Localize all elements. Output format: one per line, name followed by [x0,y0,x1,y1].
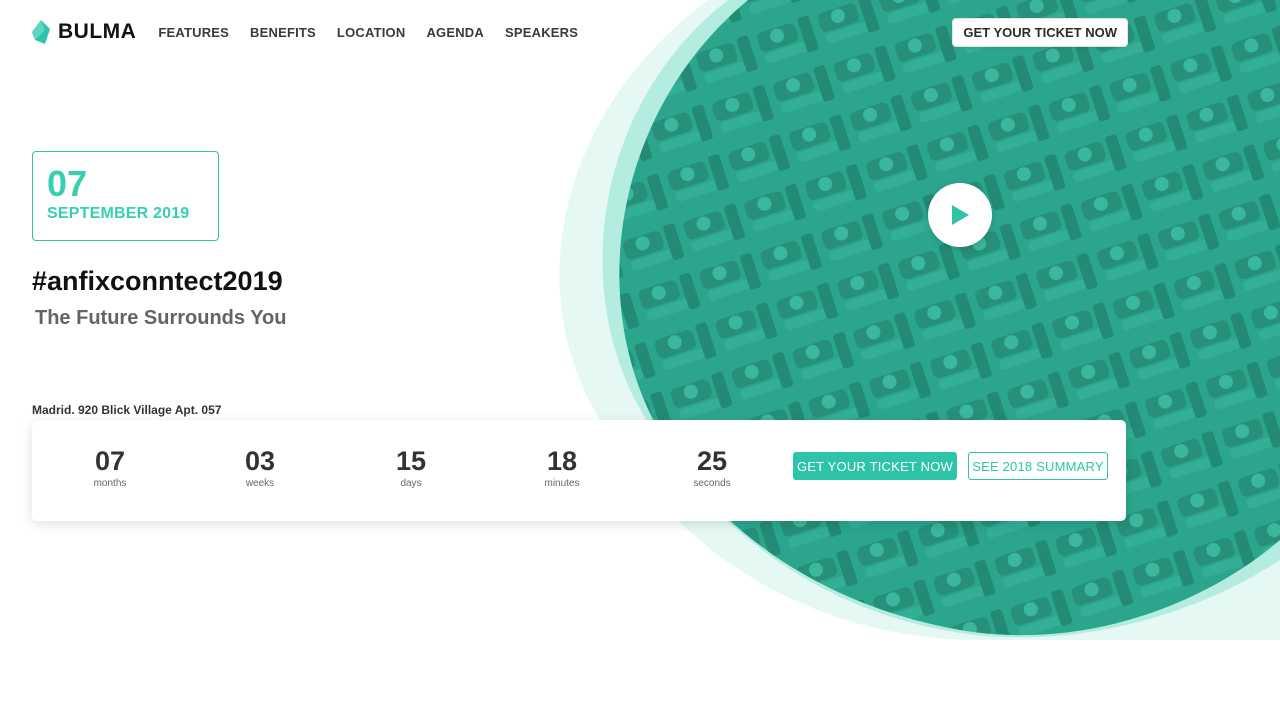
countdown-label: minutes [544,478,580,489]
nav-link-benefits[interactable]: BENEFITS [250,25,316,40]
nav-link-features[interactable]: FEATURES [158,25,229,40]
countdown-value: 18 [546,446,578,476]
countdown-value: 03 [244,446,276,476]
event-tagline: The Future Surrounds You [35,307,287,329]
countdown-seconds: 25 seconds [652,446,772,489]
countdown-value: 07 [94,446,126,476]
event-date-box: 07 SEPTEMBER 2019 [32,151,219,241]
countdown-minutes: 18 minutes [502,446,622,489]
event-address: Madrid. 920 Blick Village Apt. 057 [32,403,222,417]
bulma-logo-icon [32,20,50,44]
get-ticket-button[interactable]: GET YOUR TICKET NOW [793,452,957,480]
nav-link-location[interactable]: LOCATION [337,25,406,40]
countdown-label: seconds [693,478,731,489]
countdown-value: 15 [395,446,427,476]
nav-get-ticket-button[interactable]: GET YOUR TICKET NOW [952,17,1128,47]
countdown-months: 07 months [50,446,170,489]
countdown-card: 07 months 03 weeks 15 days 18 minutes 25… [32,420,1126,521]
play-video-button[interactable] [928,183,992,247]
countdown-label: weeks [245,478,275,489]
brand[interactable]: BULMA [32,20,136,44]
event-day: 07 [47,163,88,204]
countdown-days: 15 days [351,446,471,489]
event-hashtag: #anfixconntect2019 [32,266,283,296]
nav-link-agenda[interactable]: AGENDA [426,25,484,40]
nav-link-speakers[interactable]: SPEAKERS [505,25,578,40]
brand-name: BULMA [58,20,137,43]
nav-links: FEATURES BENEFITS LOCATION AGENDA SPEAKE… [158,25,578,40]
hero-image [0,0,1280,720]
see-summary-button[interactable]: SEE 2018 SUMMARY [968,452,1108,480]
countdown-label: months [93,478,127,489]
play-icon [952,205,969,225]
navbar: BULMA FEATURES BENEFITS LOCATION AGENDA … [32,14,1128,50]
countdown-label: days [400,478,422,489]
event-month-year: SEPTEMBER 2019 [47,205,190,222]
countdown-value: 25 [696,446,728,476]
countdown-weeks: 03 weeks [200,446,320,489]
